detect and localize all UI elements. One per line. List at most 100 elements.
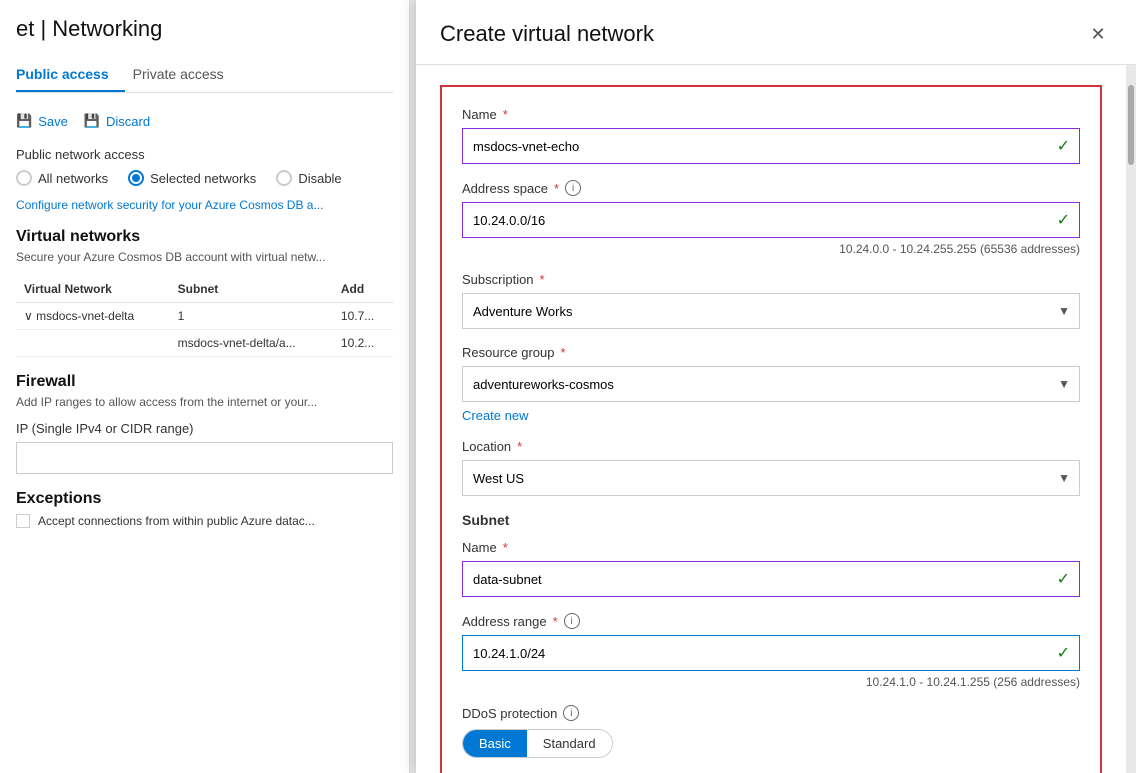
subnet-section-title: Subnet	[462, 512, 1080, 528]
vnet-subnet-1: 1	[170, 303, 333, 330]
location-select-wrapper: West US East US ▼	[462, 460, 1080, 496]
col-address: Add	[333, 276, 393, 303]
virtual-networks-title: Virtual networks	[16, 228, 393, 246]
address-space-required: *	[554, 181, 559, 196]
network-access-radio-group: All networks Selected networks Disable	[16, 170, 393, 186]
radio-selected-networks[interactable]: Selected networks	[128, 170, 256, 186]
address-space-input[interactable]	[462, 202, 1080, 238]
right-panel-overlay: Create virtual network ✕ Name * ✓	[410, 0, 1136, 773]
form-group-resource-group: Resource group * adventureworks-cosmos r…	[462, 345, 1080, 423]
resource-group-select-wrapper: adventureworks-cosmos rg-default ▼	[462, 366, 1080, 402]
vnet-address-2: 10.2...	[333, 330, 393, 357]
address-range-input-wrapper: ✓	[462, 635, 1080, 671]
save-icon: 💾	[16, 113, 32, 129]
exception-item-1[interactable]: Accept connections from within public Az…	[16, 514, 393, 528]
subscription-label: Subscription *	[462, 272, 1080, 287]
cosmos-db-info-link[interactable]: Configure network security for your Azur…	[16, 198, 393, 212]
flyout-body: Name * ✓ Address space * i	[416, 65, 1126, 773]
ip-input[interactable]	[16, 442, 393, 474]
firewall-title: Firewall	[16, 373, 393, 391]
form-group-subscription: Subscription * Adventure Works Pay-As-Yo…	[462, 272, 1080, 329]
radio-all-networks[interactable]: All networks	[16, 170, 108, 186]
flyout-scrollbar[interactable]	[1126, 65, 1136, 773]
flyout-title: Create virtual network	[440, 21, 654, 47]
exceptions-section: Exceptions Accept connections from withi…	[16, 490, 393, 528]
address-range-info-icon[interactable]: i	[564, 613, 580, 629]
form-group-ddos: DDoS protection i Basic Standard	[462, 705, 1080, 758]
tab-public-access[interactable]: Public access	[16, 58, 125, 92]
subnet-name-input[interactable]	[462, 561, 1080, 597]
location-required: *	[517, 439, 522, 454]
subscription-select[interactable]: Adventure Works Pay-As-You-Go	[462, 293, 1080, 329]
subscription-required: *	[540, 272, 545, 287]
virtual-networks-table: Virtual Network Subnet Add ∨ msdocs-vnet…	[16, 276, 393, 357]
form-group-name: Name * ✓	[462, 107, 1080, 164]
ip-field-label: IP (Single IPv4 or CIDR range)	[16, 421, 393, 436]
virtual-networks-desc: Secure your Azure Cosmos DB account with…	[16, 250, 393, 264]
subnet-name-input-wrapper: ✓	[462, 561, 1080, 597]
radio-circle-selected	[128, 170, 144, 186]
radio-circle-disable	[276, 170, 292, 186]
address-range-label: Address range * i	[462, 613, 1080, 629]
subscription-select-wrapper: Adventure Works Pay-As-You-Go ▼	[462, 293, 1080, 329]
vnet-name-1: ∨ msdocs-vnet-delta	[16, 303, 170, 330]
name-label: Name *	[462, 107, 1080, 122]
toolbar: 💾 Save 💾 Discard	[16, 109, 393, 133]
flyout-scroll-thumb	[1128, 85, 1134, 165]
address-space-check-icon: ✓	[1057, 210, 1070, 230]
radio-circle-all	[16, 170, 32, 186]
radio-disable[interactable]: Disable	[276, 170, 341, 186]
form-group-subnet-name: Name * ✓	[462, 540, 1080, 597]
col-virtual-network: Virtual Network	[16, 276, 170, 303]
subnet-name-label: Name *	[462, 540, 1080, 555]
resource-group-required: *	[561, 345, 566, 360]
address-range-hint: 10.24.1.0 - 10.24.1.255 (256 addresses)	[462, 675, 1080, 689]
tab-bar: Public access Private access	[16, 58, 393, 93]
vnet-address-1: 10.7...	[333, 303, 393, 330]
resource-group-label: Resource group *	[462, 345, 1080, 360]
address-space-input-wrapper: ✓	[462, 202, 1080, 238]
subnet-name-check-icon: ✓	[1057, 569, 1070, 589]
form-group-address-range: Address range * i ✓ 10.24.1.0 - 10.24.1.…	[462, 613, 1080, 689]
address-space-label: Address space * i	[462, 180, 1080, 196]
ddos-label: DDoS protection i	[462, 705, 1080, 721]
address-range-check-icon: ✓	[1057, 643, 1070, 663]
address-space-info-icon[interactable]: i	[565, 180, 581, 196]
firewall-desc: Add IP ranges to allow access from the i…	[16, 395, 393, 409]
name-input[interactable]	[462, 128, 1080, 164]
page-title: et | Networking	[16, 16, 393, 42]
name-check-icon: ✓	[1057, 136, 1070, 156]
tab-private-access[interactable]: Private access	[133, 58, 240, 92]
form-group-location: Location * West US East US ▼	[462, 439, 1080, 496]
form-group-address-space: Address space * i ✓ 10.24.0.0 - 10.24.25…	[462, 180, 1080, 256]
create-new-link[interactable]: Create new	[462, 408, 528, 423]
left-panel: et | Networking Public access Private ac…	[0, 0, 410, 773]
table-row: ∨ msdocs-vnet-delta 1 10.7...	[16, 303, 393, 330]
resource-group-select[interactable]: adventureworks-cosmos rg-default	[462, 366, 1080, 402]
flyout-header: Create virtual network ✕	[416, 0, 1136, 65]
ddos-toggle-group: Basic Standard	[462, 729, 1080, 758]
table-row: msdocs-vnet-delta/a... 10.2...	[16, 330, 393, 357]
ddos-info-icon[interactable]: i	[563, 705, 579, 721]
exception-checkbox-1[interactable]	[16, 514, 30, 528]
create-virtual-network-flyout: Create virtual network ✕ Name * ✓	[416, 0, 1136, 773]
ddos-standard-option[interactable]: Standard	[527, 730, 612, 757]
ddos-basic-option[interactable]: Basic	[463, 730, 527, 757]
save-button[interactable]: 💾 Save	[16, 109, 68, 133]
exceptions-title: Exceptions	[16, 490, 393, 508]
address-space-hint: 10.24.0.0 - 10.24.255.255 (65536 address…	[462, 242, 1080, 256]
col-subnet: Subnet	[170, 276, 333, 303]
close-button[interactable]: ✕	[1084, 20, 1112, 48]
discard-icon: 💾	[84, 113, 100, 129]
firewall-section: Firewall Add IP ranges to allow access f…	[16, 373, 393, 474]
location-label: Location *	[462, 439, 1080, 454]
vnet-subnet-2: msdocs-vnet-delta/a...	[170, 330, 333, 357]
location-select[interactable]: West US East US	[462, 460, 1080, 496]
vnet-name-2	[16, 330, 170, 357]
ddos-toggle-pill: Basic Standard	[462, 729, 613, 758]
public-network-access-label: Public network access	[16, 147, 393, 162]
subnet-name-required: *	[503, 540, 508, 555]
address-range-input[interactable]	[462, 635, 1080, 671]
form-section: Name * ✓ Address space * i	[440, 85, 1102, 773]
discard-button[interactable]: 💾 Discard	[84, 109, 150, 133]
